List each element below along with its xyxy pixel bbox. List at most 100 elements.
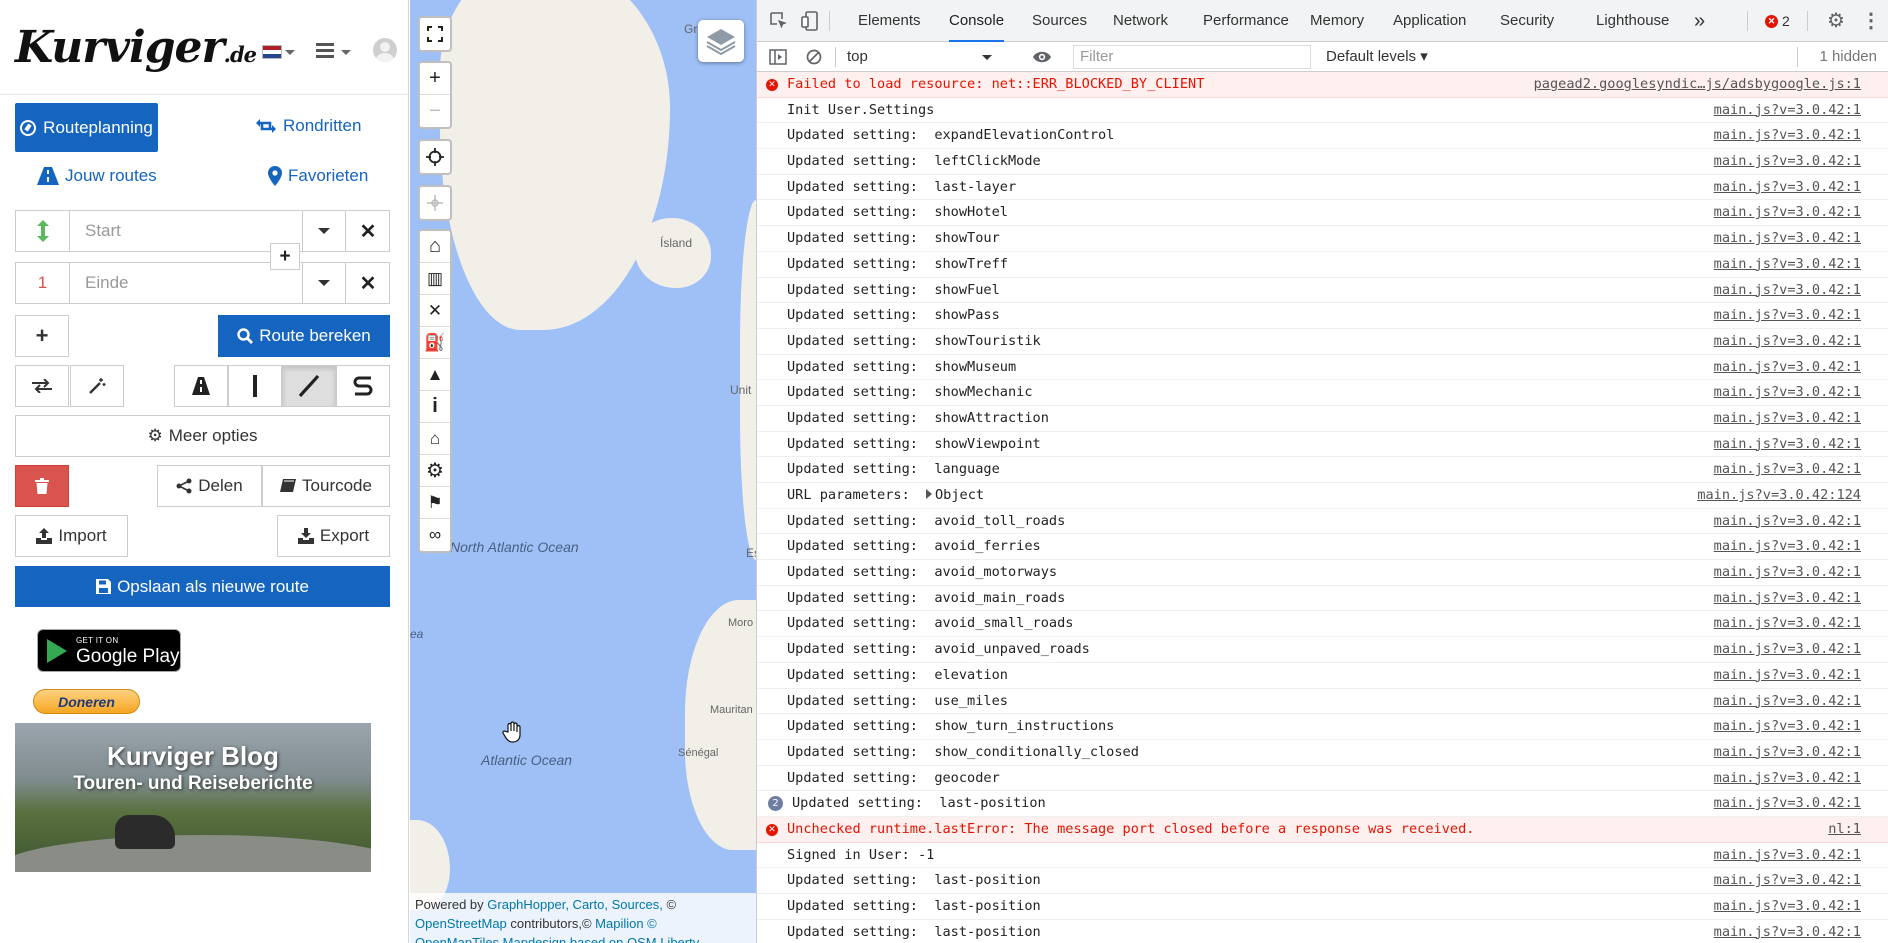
source-link[interactable]: main.js?v=3.0.42:1 — [1714, 560, 1861, 585]
source-link[interactable]: main.js?v=3.0.42:1 — [1714, 663, 1861, 688]
user-avatar[interactable] — [373, 38, 397, 62]
measure-button[interactable] — [420, 187, 450, 219]
tab-memory[interactable]: Memory — [1310, 0, 1364, 42]
console-log-row[interactable]: Updated setting: show_conditionally_clos… — [757, 740, 1888, 766]
menu-caret-icon[interactable] — [341, 50, 351, 55]
save-new-route-button[interactable]: Opslaan als nieuwe route — [15, 566, 390, 607]
device-toolbar-icon[interactable] — [801, 11, 819, 31]
insert-waypoint-button[interactable]: + — [270, 243, 300, 270]
source-link[interactable]: main.js?v=3.0.42:1 — [1714, 98, 1861, 123]
source-link[interactable]: main.js?v=3.0.42:1 — [1714, 611, 1861, 636]
poi-fuel-button[interactable]: ⛽ — [420, 327, 450, 359]
console-log-row[interactable]: Updated setting: showAttraction main.js?v… — [757, 406, 1888, 432]
console-log-row[interactable]: Updated setting: avoid_motorways main.js?… — [757, 560, 1888, 586]
source-link[interactable]: main.js?v=3.0.42:1 — [1714, 457, 1861, 482]
source-link[interactable]: main.js?v=3.0.42:1 — [1714, 303, 1861, 328]
source-link[interactable]: main.js?v=3.0.42:1 — [1714, 791, 1861, 816]
console-log-row[interactable]: Updated setting: language main.js?v=3.0.4… — [757, 457, 1888, 483]
inspect-element-icon[interactable] — [770, 12, 788, 30]
optimize-route-button[interactable] — [70, 365, 124, 407]
source-link[interactable]: main.js?v=3.0.42:1 — [1714, 689, 1861, 714]
hidden-count[interactable]: 1 hidden — [1819, 45, 1877, 69]
source-link[interactable]: main.js?v=3.0.42:1 — [1714, 766, 1861, 791]
poi-viewpoint-button[interactable]: ∞ — [420, 519, 450, 551]
console-log-row[interactable]: Updated setting: last-layer main.js?v=3.0… — [757, 175, 1888, 201]
more-tabs-button[interactable]: » — [1694, 0, 1705, 42]
source-link[interactable]: main.js?v=3.0.42:1 — [1714, 406, 1861, 431]
start-dropdown-button[interactable] — [302, 211, 344, 251]
tab-sources[interactable]: Sources — [1032, 0, 1087, 42]
eye-icon[interactable] — [1032, 50, 1052, 64]
console-error-row[interactable]: ✕ Unchecked runtime.lastError: The messag… — [757, 816, 1888, 843]
poi-museum-button[interactable]: ⌂ — [420, 423, 450, 455]
poi-mechanic-button[interactable]: ⚙ — [420, 455, 450, 487]
source-link[interactable]: main.js?v=3.0.42:1 — [1714, 637, 1861, 662]
source-link[interactable]: main.js?v=3.0.42:1 — [1714, 740, 1861, 765]
end-dropdown-button[interactable] — [302, 263, 344, 303]
settings-gear-icon[interactable]: ⚙ — [1827, 8, 1845, 33]
tab-lighthouse[interactable]: Lighthouse — [1596, 0, 1669, 42]
console-log-row[interactable]: Updated setting: expandElevationControl m… — [757, 123, 1888, 150]
source-link[interactable]: main.js?v=3.0.42:1 — [1714, 200, 1861, 225]
calculate-route-button[interactable]: Route bereken — [218, 315, 390, 357]
console-log-row[interactable]: Updated setting: showTour main.js?v=3.0.4… — [757, 226, 1888, 252]
source-link[interactable]: main.js?v=3.0.42:1 — [1714, 534, 1861, 559]
tab-route-planning[interactable]: Routeplanning — [15, 103, 158, 152]
mode-curvy-button[interactable] — [282, 365, 336, 407]
error-count-badge[interactable]: ✕ 2 — [1765, 13, 1790, 29]
console-log-row[interactable]: Updated setting: showPass main.js?v=3.0.4… — [757, 303, 1888, 329]
source-link[interactable]: main.js?v=3.0.42:1 — [1714, 278, 1861, 303]
source-link[interactable]: nl:1 — [1828, 817, 1861, 842]
source-link[interactable]: main.js?v=3.0.42:1 — [1714, 509, 1861, 534]
dutch-flag-icon[interactable] — [262, 45, 282, 59]
tab-application[interactable]: Application — [1393, 0, 1466, 42]
google-play-badge[interactable]: GET IT ON Google Play — [37, 629, 181, 672]
poi-attraction-button[interactable]: ⚑ — [420, 487, 450, 519]
source-link[interactable]: main.js?v=3.0.42:1 — [1714, 586, 1861, 611]
source-link[interactable]: main.js?v=3.0.42:1 — [1714, 123, 1861, 148]
mode-fastest-button[interactable] — [174, 365, 228, 407]
attribution-openmaptiles[interactable]: OpenMapTiles Mapdesign based on OSM Libe… — [415, 935, 699, 943]
console-log-row[interactable]: Signed in User: -1 main.js?v=3.0.42:1 — [757, 843, 1888, 869]
console-log-row[interactable]: Updated setting: showFuel main.js?v=3.0.4… — [757, 278, 1888, 304]
share-button[interactable]: Delen — [157, 465, 262, 507]
export-button[interactable]: Export — [277, 515, 390, 557]
source-link[interactable]: main.js?v=3.0.42:1 — [1714, 894, 1861, 919]
poi-pass-button[interactable]: ▲ — [420, 359, 450, 391]
fullscreen-button[interactable] — [420, 18, 450, 50]
language-caret-icon[interactable] — [285, 50, 295, 55]
tab-round-trips[interactable]: Rondritten — [255, 116, 361, 136]
more-options-button[interactable]: ⚙ Meer opties — [15, 415, 390, 457]
delete-route-button[interactable] — [15, 465, 69, 507]
add-waypoint-button[interactable]: + — [15, 315, 69, 357]
console-log-row[interactable]: Updated setting: geocoder main.js?v=3.0.4… — [757, 766, 1888, 792]
locate-button[interactable] — [420, 141, 450, 173]
console-log-row[interactable]: Updated setting: avoid_unpaved_roads main… — [757, 637, 1888, 663]
source-link[interactable]: main.js?v=3.0.42:1 — [1714, 175, 1861, 200]
reverse-route-button[interactable] — [15, 365, 69, 407]
mode-straight-button[interactable] — [228, 365, 282, 407]
start-clear-button[interactable]: ✕ — [345, 211, 390, 251]
source-link[interactable]: main.js?v=3.0.42:1 — [1714, 432, 1861, 457]
tab-elements[interactable]: Elements — [858, 0, 921, 42]
zoom-in-button[interactable]: + — [420, 63, 450, 95]
console-log-row[interactable]: Updated setting: avoid_ferries main.js?v=… — [757, 534, 1888, 561]
tab-security[interactable]: Security — [1500, 0, 1554, 42]
source-link[interactable]: main.js?v=3.0.42:1 — [1714, 380, 1861, 405]
filter-input[interactable]: Filter — [1073, 45, 1311, 69]
console-log-row[interactable]: Init User.Settings main.js?v=3.0.42:1 — [757, 98, 1888, 124]
attribution-mapilion-link[interactable]: Mapilion © — [595, 916, 657, 931]
zoom-out-button[interactable]: − — [420, 95, 450, 127]
tab-network[interactable]: Network — [1113, 0, 1168, 42]
object-preview[interactable]: Object — [935, 487, 984, 503]
console-log-row[interactable]: Updated setting: avoid_small_roads main.j… — [757, 611, 1888, 638]
console-log-row[interactable]: Updated setting: leftClickMode main.js?v=… — [757, 149, 1888, 175]
console-log-row[interactable]: URL parameters: Object main.js?v=3.0.42:1… — [757, 483, 1888, 509]
console-log-row[interactable]: Updated setting: showMechanic main.js?v=3… — [757, 380, 1888, 406]
context-selector[interactable]: top — [842, 45, 1000, 69]
tab-favorites[interactable]: Favorieten — [268, 166, 368, 186]
paypal-donate-button[interactable]: Doneren — [33, 689, 140, 714]
tab-performance[interactable]: Performance — [1203, 0, 1289, 42]
console-log-row[interactable]: Updated setting: showHotel main.js?v=3.0.… — [757, 200, 1888, 227]
tab-console[interactable]: Console — [949, 0, 1005, 42]
